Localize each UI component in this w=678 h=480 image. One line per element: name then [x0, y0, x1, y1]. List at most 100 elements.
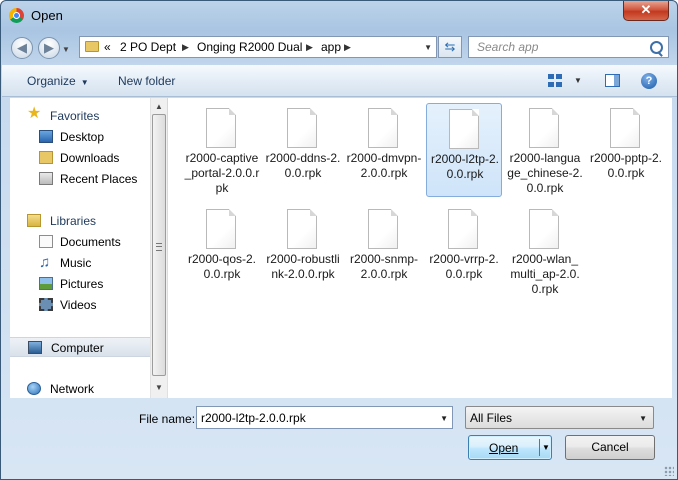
- nav-favorites-label: Favorites: [50, 109, 100, 123]
- breadcrumb-app[interactable]: app: [321, 40, 341, 54]
- file-item[interactable]: r2000-qos-2.0.0.rpk: [184, 204, 260, 298]
- forward-button[interactable]: ▶: [38, 37, 60, 59]
- breadcrumb-separator-icon[interactable]: ▶: [344, 42, 351, 53]
- file-name: r2000-pptp-2.0.0.rpk: [589, 151, 663, 180]
- address-dropdown-icon[interactable]: ▼: [424, 43, 432, 52]
- file-name-label: File name:: [139, 412, 196, 426]
- file-name-value: r2000-l2tp-2.0.0.rpk: [201, 411, 306, 425]
- star-icon: ★: [27, 105, 42, 122]
- music-icon: ♫: [39, 254, 51, 271]
- nav-network-label: Network: [50, 382, 95, 396]
- file-item[interactable]: r2000-captive_portal-2.0.0.rpk: [184, 103, 260, 197]
- nav-computer[interactable]: Computer: [10, 337, 150, 357]
- open-button[interactable]: Open ▼: [468, 435, 552, 460]
- computer-icon: [28, 341, 42, 354]
- close-button[interactable]: ✕: [623, 1, 669, 21]
- nav-libraries[interactable]: Libraries: [10, 211, 150, 231]
- file-item[interactable]: r2000-dmvpn-2.0.0.rpk: [346, 103, 422, 197]
- file-item[interactable]: r2000-robustlink-2.0.0.rpk: [265, 204, 341, 298]
- file-name-input[interactable]: r2000-l2tp-2.0.0.rpk ▼: [196, 406, 453, 429]
- nav-videos[interactable]: Videos: [10, 295, 150, 315]
- organize-menu[interactable]: Organize ▼: [27, 74, 89, 88]
- file-item[interactable]: r2000-wlan_multi_ap-2.0.0.rpk: [507, 204, 583, 298]
- file-icon: [448, 209, 478, 249]
- cancel-button[interactable]: Cancel: [565, 435, 655, 460]
- breadcrumb-separator-icon[interactable]: ▶: [182, 42, 189, 53]
- file-name: r2000-captive_portal-2.0.0.rpk: [184, 151, 260, 195]
- navigation-pane: ★ Favorites Desktop Downloads Recent Pla…: [10, 98, 150, 398]
- file-list: r2000-captive_portal-2.0.0.rpk r2000-ddn…: [168, 98, 672, 398]
- address-bar[interactable]: « 2 PO Dept ▶ Onging R2000 Dual ▶ app ▶ …: [79, 36, 437, 58]
- file-item[interactable]: r2000-snmp-2.0.0.rpk: [346, 204, 422, 298]
- nav-favorites[interactable]: ★ Favorites: [10, 106, 150, 126]
- scroll-down-icon[interactable]: ▼: [155, 383, 163, 392]
- title-bar[interactable]: Open ✕: [1, 1, 677, 31]
- view-options-dropdown-icon[interactable]: ▼: [574, 76, 582, 85]
- breadcrumb-overflow[interactable]: «: [104, 40, 111, 54]
- scrollbar-thumb[interactable]: [152, 114, 166, 376]
- nav-desktop-label: Desktop: [60, 130, 105, 144]
- file-item[interactable]: r2000-vrrp-2.0.0.rpk: [426, 204, 502, 298]
- file-item[interactable]: r2000-ddns-2.0.0.rpk: [265, 103, 341, 197]
- breadcrumb-onging-r2000-dual[interactable]: Onging R2000 Dual: [197, 40, 302, 54]
- change-view-icon[interactable]: [548, 74, 564, 88]
- file-icon: [368, 108, 398, 148]
- chrome-icon: [9, 8, 24, 23]
- nav-libraries-label: Libraries: [50, 214, 97, 228]
- search-placeholder: Search app: [477, 40, 539, 54]
- new-folder-button[interactable]: New folder: [118, 74, 175, 88]
- navigation-scrollbar[interactable]: ▲ ▼: [150, 98, 167, 398]
- nav-downloads[interactable]: Downloads: [10, 148, 150, 168]
- resize-grip[interactable]: [664, 466, 674, 476]
- split-divider: [539, 439, 540, 456]
- file-icon: [287, 209, 317, 249]
- nav-music-label: Music: [60, 256, 92, 270]
- recent-places-icon: [39, 172, 53, 185]
- file-icon: [449, 109, 479, 149]
- refresh-button[interactable]: ⇆: [438, 36, 462, 58]
- command-bar: Organize ▼ New folder ▼ ?: [2, 65, 677, 97]
- back-button[interactable]: ◀: [11, 37, 33, 59]
- recent-locations-dropdown-icon[interactable]: ▼: [62, 45, 70, 54]
- window-title: Open: [31, 8, 63, 23]
- search-icon[interactable]: [650, 41, 663, 54]
- file-name: r2000-qos-2.0.0.rpk: [187, 252, 257, 281]
- chevron-down-icon: ▼: [639, 414, 647, 423]
- breadcrumb-separator-icon[interactable]: ▶: [306, 42, 313, 53]
- desktop-icon: [39, 130, 53, 143]
- file-item[interactable]: r2000-language_chinese-2.0.0.rpk: [507, 103, 583, 197]
- downloads-folder-icon: [39, 151, 53, 164]
- file-name: r2000-language_chinese-2.0.0.rpk: [507, 151, 583, 195]
- file-item[interactable]: r2000-pptp-2.0.0.rpk: [588, 103, 664, 197]
- documents-icon: [39, 235, 53, 248]
- nav-recent-places[interactable]: Recent Places: [10, 169, 150, 189]
- file-name-dropdown-icon[interactable]: ▼: [440, 414, 448, 423]
- file-name: r2000-robustlink-2.0.0.rpk: [266, 252, 340, 281]
- folder-icon: [85, 41, 99, 52]
- help-icon[interactable]: ?: [641, 73, 657, 89]
- open-options-dropdown-icon[interactable]: ▼: [542, 443, 550, 452]
- file-icon: [529, 108, 559, 148]
- back-arrow-icon: ◀: [17, 40, 27, 55]
- preview-pane-icon[interactable]: [605, 74, 620, 87]
- pictures-icon: [39, 277, 53, 290]
- network-icon: [27, 382, 41, 395]
- file-name: r2000-vrrp-2.0.0.rpk: [429, 252, 499, 281]
- file-type-value: All Files: [470, 411, 513, 425]
- nav-network[interactable]: Network: [10, 379, 150, 398]
- file-name: r2000-l2tp-2.0.0.rpk: [430, 152, 500, 181]
- file-type-select[interactable]: All Files ▼: [465, 406, 654, 429]
- file-icon: [206, 108, 236, 148]
- nav-music[interactable]: ♫ Music: [10, 253, 150, 273]
- libraries-icon: [27, 214, 41, 227]
- forward-arrow-icon: ▶: [44, 40, 54, 55]
- nav-documents[interactable]: Documents: [10, 232, 150, 252]
- organize-label: Organize: [27, 74, 76, 88]
- nav-pictures[interactable]: Pictures: [10, 274, 150, 294]
- breadcrumb-2-po-dept[interactable]: 2 PO Dept: [120, 40, 176, 54]
- search-input[interactable]: Search app: [468, 36, 669, 58]
- nav-desktop[interactable]: Desktop: [10, 127, 150, 147]
- file-name: r2000-ddns-2.0.0.rpk: [265, 151, 341, 180]
- file-item-selected[interactable]: r2000-l2tp-2.0.0.rpk: [426, 103, 502, 197]
- scroll-up-icon[interactable]: ▲: [155, 102, 163, 111]
